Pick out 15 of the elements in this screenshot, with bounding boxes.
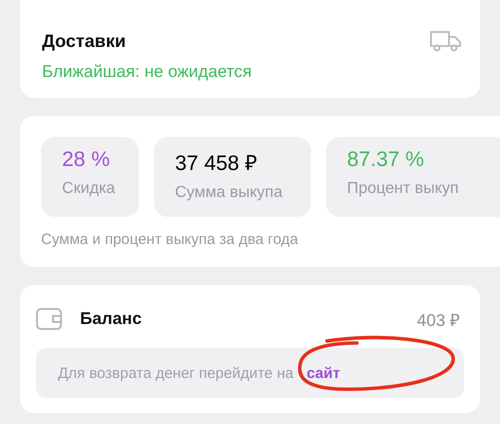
site-link[interactable]: сайт <box>306 364 340 382</box>
truck-icon <box>430 30 462 52</box>
stat-label: Сумма выкупа <box>175 184 282 202</box>
stat-label: Процент выкуп <box>347 180 459 198</box>
stat-value: 87.37 % <box>347 148 424 172</box>
wallet-icon <box>36 308 62 330</box>
stats-caption: Сумма и процент выкупа за два года <box>41 231 298 248</box>
balance-title: Баланс <box>80 309 142 329</box>
stat-label: Скидка <box>62 180 116 198</box>
refund-text: Для возврата денег перейдите на сайт <box>58 364 340 382</box>
stat-value: 37 458 ₽ <box>175 151 258 176</box>
stat-value: 28 % <box>62 148 110 172</box>
nearest-delivery: Ближайшая: не ожидается <box>42 62 252 82</box>
card-title: Доставки <box>42 31 126 52</box>
balance-amount: 403 ₽ <box>416 310 460 330</box>
